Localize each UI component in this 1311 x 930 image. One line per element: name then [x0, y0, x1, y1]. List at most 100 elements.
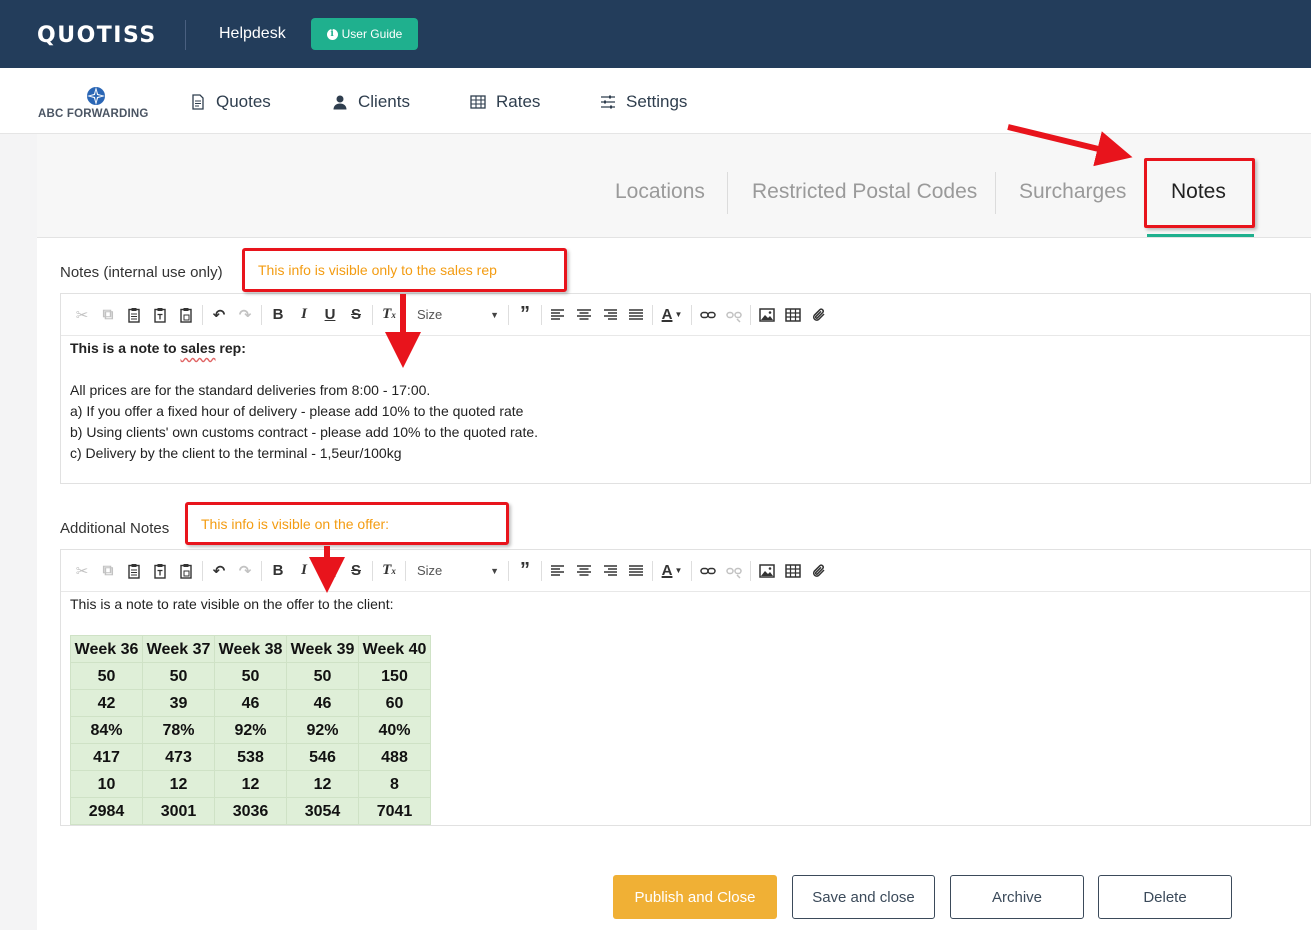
paste-text-icon[interactable] — [147, 558, 173, 584]
link-icon[interactable] — [695, 558, 721, 584]
info-icon: i — [326, 28, 338, 40]
table-cell: 40% — [358, 716, 431, 744]
table-row: 84% 78% 92% 92% 40% — [70, 716, 431, 744]
notes-line: c) Delivery by the client to the termina… — [70, 445, 402, 461]
paste-icon[interactable] — [121, 558, 147, 584]
paste-icon[interactable] — [121, 302, 147, 328]
nav-settings[interactable]: Settings — [600, 92, 687, 112]
table-cell: 3036 — [214, 797, 287, 825]
notes-line: a) If you offer a fixed hour of delivery… — [70, 403, 524, 419]
attachment-icon[interactable] — [806, 558, 832, 584]
notes-editor[interactable]: ✂ ⧉ ↶ ↷ B I U S Tx Size ▼ ” A ▼ This is … — [60, 293, 1311, 484]
table-cell: 92% — [214, 716, 287, 744]
align-left-icon[interactable] — [545, 302, 571, 328]
company-logo[interactable]: ABC FORWARDING — [38, 86, 153, 122]
nav-clients[interactable]: Clients — [332, 92, 410, 112]
save-and-close-button[interactable]: Save and close — [792, 875, 935, 919]
tab-surcharges[interactable]: Surcharges — [1019, 180, 1126, 204]
italic-icon[interactable]: I — [291, 558, 317, 584]
publish-and-close-button[interactable]: Publish and Close — [613, 875, 777, 919]
offer-callout: This info is visible on the offer: — [185, 502, 509, 545]
nav-clients-label: Clients — [358, 92, 410, 111]
align-right-icon[interactable] — [597, 558, 623, 584]
document-icon — [192, 94, 204, 110]
notes-label: Notes (internal use only) — [60, 264, 223, 281]
user-guide-button[interactable]: i User Guide — [311, 18, 418, 50]
align-right-icon[interactable] — [597, 302, 623, 328]
table-cell: 12 — [286, 770, 359, 798]
underline-icon[interactable]: U — [317, 558, 343, 584]
blockquote-icon[interactable]: ” — [512, 558, 538, 584]
unlink-icon[interactable] — [721, 558, 747, 584]
additional-notes-editor[interactable]: ✂ ⧉ ↶ ↷ B I U S Tx Size ▼ ” A ▼ This is … — [60, 549, 1311, 826]
notes-content[interactable]: This is a note to sales rep: All prices … — [61, 336, 1310, 464]
table-row: 50 50 50 50 150 — [70, 662, 431, 690]
attachment-icon[interactable] — [806, 302, 832, 328]
section-tabs: Locations Restricted Postal Codes Surcha… — [37, 134, 1311, 238]
remove-format-icon[interactable]: Tx — [376, 302, 402, 328]
strikethrough-icon[interactable]: S — [343, 302, 369, 328]
helpdesk-link[interactable]: Helpdesk — [219, 25, 286, 43]
additional-intro: This is a note to rate visible on the of… — [70, 596, 394, 612]
table-cell: 10 — [70, 770, 143, 798]
tab-divider — [727, 172, 728, 214]
copy-icon[interactable]: ⧉ — [95, 558, 121, 584]
nav-quotes[interactable]: Quotes — [190, 92, 271, 112]
nav-rates[interactable]: Rates — [470, 92, 540, 112]
compass-logo-icon — [87, 87, 105, 105]
justify-icon[interactable] — [623, 558, 649, 584]
copy-icon[interactable]: ⧉ — [95, 302, 121, 328]
align-left-icon[interactable] — [545, 558, 571, 584]
underline-icon[interactable]: U — [317, 302, 343, 328]
table-cell: 46 — [214, 689, 287, 717]
nav-settings-label: Settings — [626, 92, 688, 111]
table-cell: 42 — [70, 689, 143, 717]
cut-icon[interactable]: ✂ — [69, 302, 95, 328]
image-icon[interactable] — [754, 302, 780, 328]
table-cell: 3054 — [286, 797, 359, 825]
undo-icon[interactable]: ↶ — [206, 558, 232, 584]
table-insert-icon[interactable] — [780, 302, 806, 328]
bold-icon[interactable]: B — [265, 302, 291, 328]
redo-icon[interactable]: ↷ — [232, 302, 258, 328]
align-center-icon[interactable] — [571, 302, 597, 328]
paste-word-icon[interactable] — [173, 558, 199, 584]
delete-button[interactable]: Delete — [1098, 875, 1232, 919]
font-size-select[interactable]: Size ▼ — [409, 302, 505, 328]
justify-icon[interactable] — [623, 302, 649, 328]
notes-tab-highlight — [1144, 158, 1255, 228]
table-cell: 546 — [286, 743, 359, 771]
archive-button[interactable]: Archive — [950, 875, 1084, 919]
notes-line: All prices are for the standard deliveri… — [70, 382, 431, 398]
tab-locations[interactable]: Locations — [615, 180, 705, 204]
bold-icon[interactable]: B — [265, 558, 291, 584]
tab-restricted-postal-codes[interactable]: Restricted Postal Codes — [752, 180, 977, 204]
remove-format-icon[interactable]: Tx — [376, 558, 402, 584]
font-size-label: Size — [417, 307, 443, 322]
cut-icon[interactable]: ✂ — [69, 558, 95, 584]
table-insert-icon[interactable] — [780, 558, 806, 584]
paste-word-icon[interactable] — [173, 302, 199, 328]
align-center-icon[interactable] — [571, 558, 597, 584]
blockquote-icon[interactable]: ” — [512, 302, 538, 328]
font-size-select[interactable]: Size ▼ — [409, 558, 505, 584]
nav-rates-label: Rates — [496, 92, 541, 111]
image-icon[interactable] — [754, 558, 780, 584]
brand-logo[interactable]: QUOTISS — [37, 23, 157, 48]
table-cell: 78% — [142, 716, 215, 744]
table-cell: 60 — [358, 689, 431, 717]
table-cell: 50 — [70, 662, 143, 690]
strikethrough-icon[interactable]: S — [343, 558, 369, 584]
paste-text-icon[interactable] — [147, 302, 173, 328]
text-color-icon[interactable]: A ▼ — [656, 558, 688, 584]
link-icon[interactable] — [695, 302, 721, 328]
table-cell: 50 — [286, 662, 359, 690]
unlink-icon[interactable] — [721, 302, 747, 328]
italic-icon[interactable]: I — [291, 302, 317, 328]
sliders-icon — [601, 95, 615, 109]
additional-content[interactable]: This is a note to rate visible on the of… — [61, 592, 1310, 825]
text-color-icon[interactable]: A ▼ — [656, 302, 688, 328]
redo-icon[interactable]: ↷ — [232, 558, 258, 584]
user-guide-label: User Guide — [341, 27, 403, 41]
undo-icon[interactable]: ↶ — [206, 302, 232, 328]
